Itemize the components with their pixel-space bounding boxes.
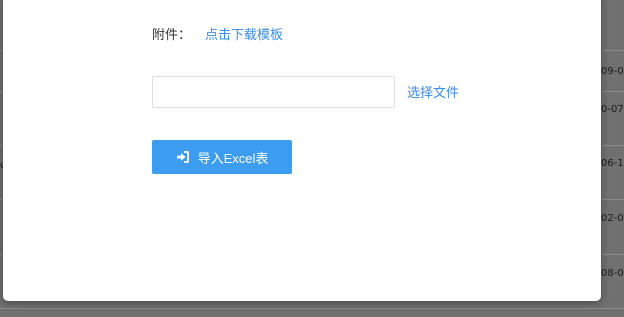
import-excel-button[interactable]: 导入Excel表 <box>152 140 292 174</box>
file-path-input[interactable] <box>152 76 395 108</box>
download-template-link[interactable]: 点击下载模板 <box>205 28 283 43</box>
background-date-cell: 08-03 <box>601 268 624 279</box>
choose-file-button[interactable]: 选择文件 <box>407 85 459 103</box>
background-table-divider <box>0 308 624 309</box>
background-date-cell: 06-18 <box>601 158 624 169</box>
attachment-row: 附件： 点击下载模板 <box>152 27 283 45</box>
background-date-cell: 02-04 <box>601 213 624 224</box>
background-date-cell: 0-07 <box>601 104 624 115</box>
import-excel-button-label: 导入Excel表 <box>197 150 269 166</box>
import-modal: 附件： 点击下载模板 选择文件 导入Excel表 <box>3 0 601 301</box>
background-date-cell: 09-09 <box>601 66 624 77</box>
sign-in-icon <box>176 150 190 164</box>
attachment-label: 附件： <box>152 28 192 43</box>
